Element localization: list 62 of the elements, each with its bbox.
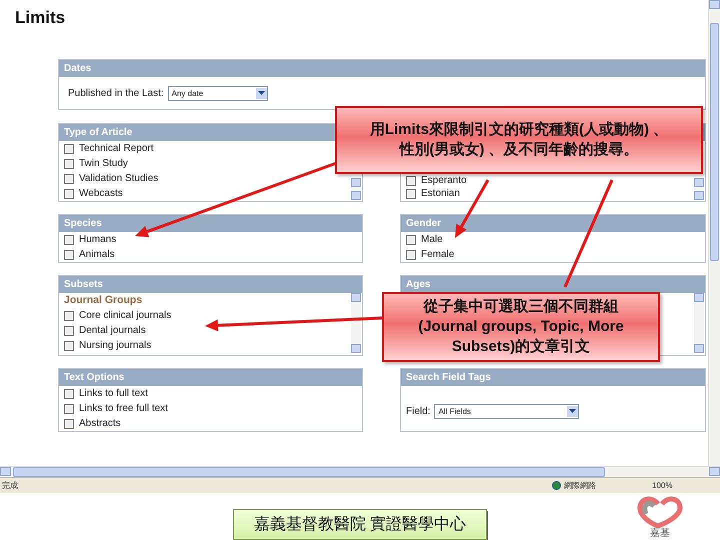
list-scrollbar[interactable] xyxy=(694,178,704,200)
dropdown[interactable]: Any date xyxy=(168,86,268,101)
dropdown[interactable]: All Fields xyxy=(434,404,580,419)
zoom-level[interactable]: 100% xyxy=(652,481,714,490)
checkbox[interactable] xyxy=(64,250,74,260)
field-label: Field: xyxy=(406,406,430,417)
logo-text: 嘉基 xyxy=(650,528,670,540)
checkbox-label: Links to free full text xyxy=(79,403,168,414)
checkbox-label: Validation Studies xyxy=(79,173,158,184)
checkbox-label: Humans xyxy=(79,234,116,245)
group-heading: Journal Groups xyxy=(64,293,144,308)
checkbox[interactable] xyxy=(406,234,416,244)
list-scrollbar[interactable] xyxy=(351,178,361,200)
checkbox[interactable] xyxy=(64,418,74,428)
checkbox[interactable] xyxy=(406,188,416,198)
checkbox[interactable] xyxy=(64,188,74,198)
checkbox-label: Webcasts xyxy=(79,188,123,199)
list-scrollbar[interactable] xyxy=(351,293,361,353)
panel-header: Species xyxy=(59,215,362,232)
checkbox[interactable] xyxy=(64,174,74,184)
page-title: Limits xyxy=(15,8,66,28)
checkbox[interactable] xyxy=(64,404,74,414)
caption-banner: 嘉義基督教醫院 實證醫學中心 xyxy=(232,508,488,540)
zone-label: 網際網路 xyxy=(564,480,596,491)
checkbox[interactable] xyxy=(64,388,74,398)
checkbox[interactable] xyxy=(64,144,74,154)
panel-header: Subsets xyxy=(59,276,362,293)
checkbox-label: Animals xyxy=(79,249,115,260)
chevron-icon xyxy=(567,406,578,417)
checkbox-label: Male xyxy=(421,234,443,245)
checkbox[interactable] xyxy=(64,340,74,350)
panel-header: Gender xyxy=(401,215,705,232)
checkbox[interactable] xyxy=(406,250,416,260)
panel-header: Search Field Tags xyxy=(401,369,705,386)
checkbox[interactable] xyxy=(64,158,74,168)
checkbox-label: Abstracts xyxy=(79,418,121,429)
annotation-callout: 用Limits來限制引文的研究種類(人或動物) 、 性別(男或女) 、及不同年齡的搜尋。 xyxy=(335,106,703,174)
checkbox[interactable] xyxy=(64,326,74,336)
checkbox-label: Nursing journals xyxy=(79,340,152,351)
panel-header: Dates xyxy=(59,60,705,77)
list-scrollbar[interactable] xyxy=(694,293,704,353)
checkbox-label: Technical Report xyxy=(79,143,154,154)
checkbox[interactable] xyxy=(64,310,74,320)
horizontal-scrollbar[interactable] xyxy=(0,466,720,477)
checkbox[interactable] xyxy=(406,176,416,186)
checkbox-label: Esperanto xyxy=(421,175,467,186)
checkbox-label: Core clinical journals xyxy=(79,310,172,321)
checkbox-label: Dental journals xyxy=(79,325,146,336)
page-scrollbar[interactable] xyxy=(708,0,720,466)
status-text: 完成 xyxy=(2,480,19,491)
checkbox-label: Estonian xyxy=(421,188,460,199)
panel-header: Text Options xyxy=(59,369,362,386)
hearts-logo-icon xyxy=(636,496,684,528)
panel-header: Ages xyxy=(401,276,705,293)
checkbox[interactable] xyxy=(64,234,74,244)
annotation-callout: 從子集中可選取三個不同群組 (Journal groups, Topic, More Subsets)的文章引文 xyxy=(382,292,660,362)
chevron-icon xyxy=(256,88,267,99)
field-label: Published in the Last: xyxy=(68,88,164,99)
checkbox-label: Twin Study xyxy=(79,158,128,169)
checkbox-label: Female xyxy=(421,249,454,260)
checkbox-label: Links to full text xyxy=(79,388,148,399)
globe-icon xyxy=(552,481,561,490)
